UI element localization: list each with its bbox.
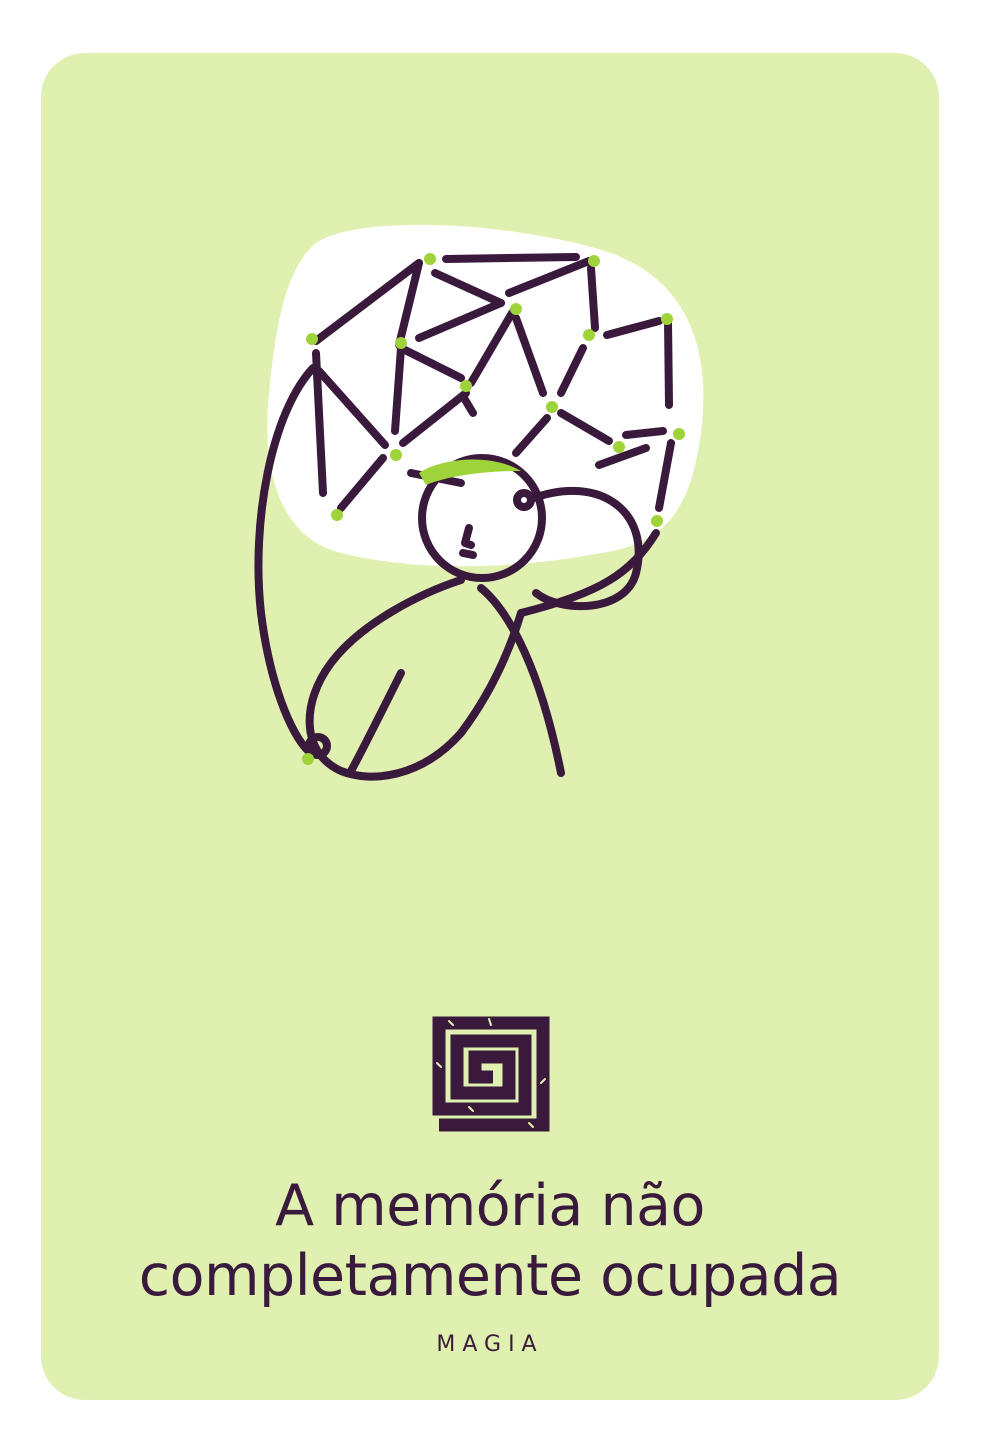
square-spiral-icon [432,1016,550,1132]
card-category: MAGIA [436,1332,544,1357]
card-title-line2: completamente ocupada [138,1243,842,1309]
card-title: A memória não completamente ocupada [41,1171,939,1311]
card: A memória não completamente ocupada MAGI… [41,53,939,1400]
card-title-line1: A memória não [275,1173,705,1239]
person-with-network-head-icon [254,224,704,781]
